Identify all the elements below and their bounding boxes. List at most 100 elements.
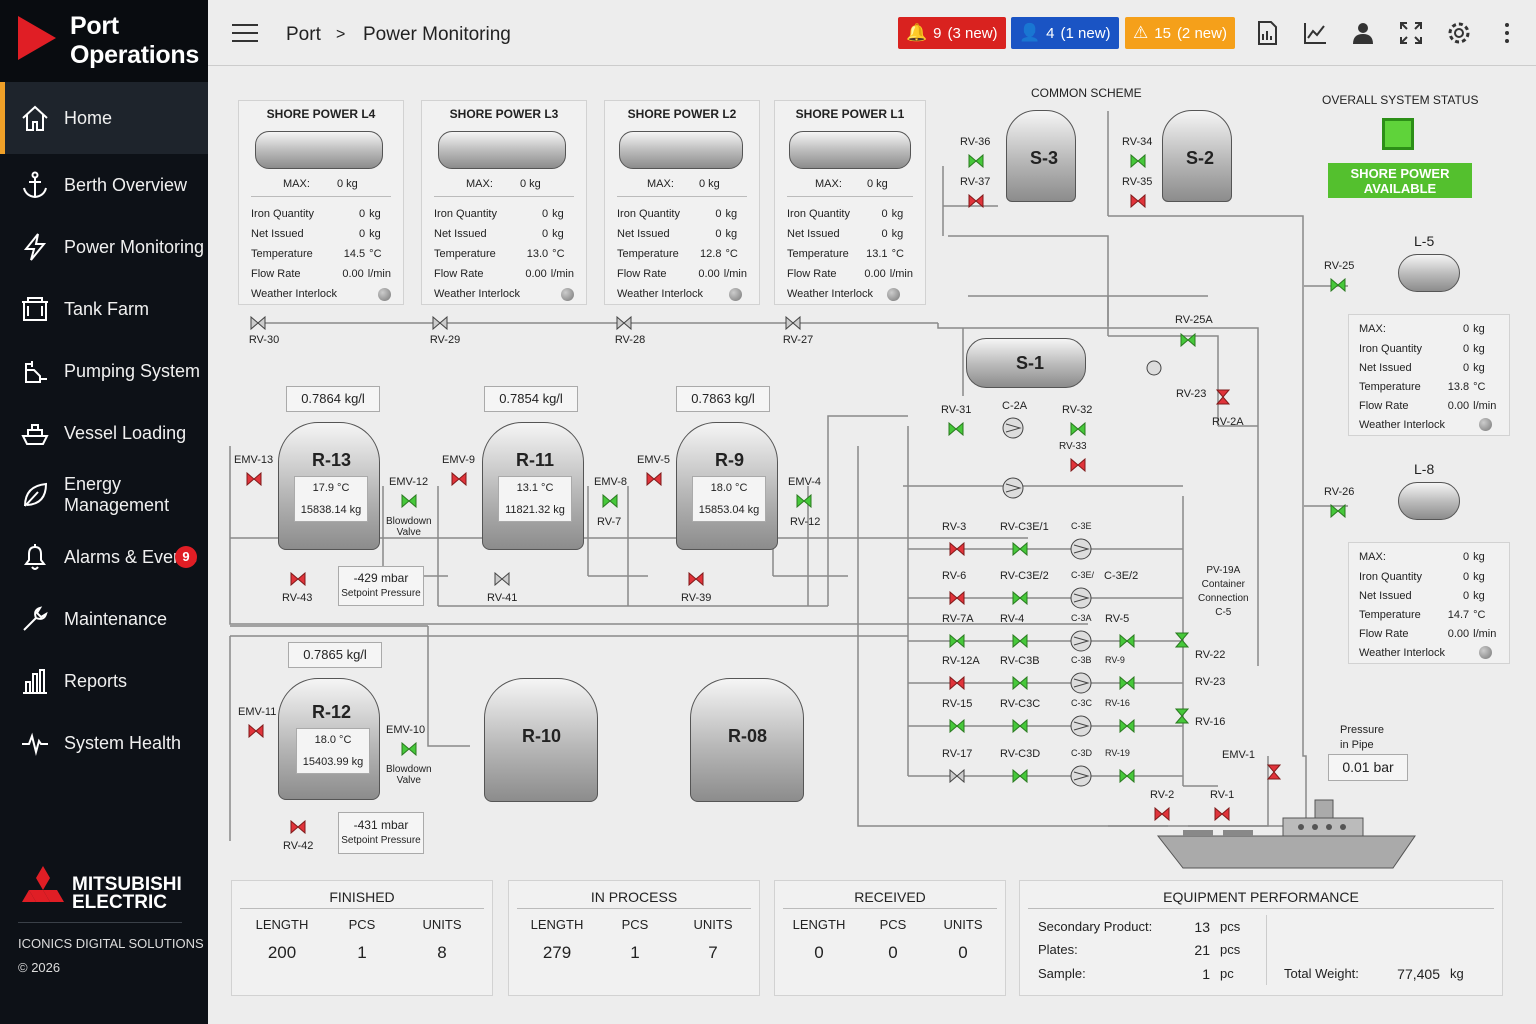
valve-label: RV-36 [960, 136, 991, 148]
valve-closed-icon[interactable] [968, 194, 984, 208]
user-profile-icon[interactable] [1350, 20, 1376, 46]
pump-icon[interactable] [1069, 671, 1093, 695]
valve-closed-icon[interactable] [1216, 389, 1230, 405]
sidebar-item-maintenance[interactable]: Maintenance [0, 588, 208, 650]
valve-open-icon[interactable] [1070, 422, 1086, 436]
valve-open-icon[interactable] [1130, 154, 1146, 168]
pump-icon[interactable] [1001, 476, 1025, 500]
valve-icon[interactable] [432, 315, 448, 331]
sidebar-item-power-monitoring[interactable]: Power Monitoring [0, 216, 208, 278]
valve-open-icon[interactable] [949, 634, 965, 648]
valve-open-icon[interactable] [1119, 676, 1135, 690]
sidebar-item-berth-overview[interactable]: Berth Overview [0, 154, 208, 216]
tank-l8[interactable] [1398, 482, 1460, 520]
valve-open-icon[interactable] [796, 494, 812, 508]
pump-icon[interactable] [1001, 416, 1025, 440]
valve-open-icon[interactable] [1012, 591, 1028, 605]
valve-open-icon[interactable] [401, 742, 417, 756]
valve-open-icon[interactable] [949, 719, 965, 733]
valve-label: RV-C3B [1000, 655, 1040, 667]
sidebar-item-vessel-loading[interactable]: Vessel Loading [0, 402, 208, 464]
alarm-notification-badge[interactable]: 🔔 9 (3 new) [898, 17, 1006, 49]
pump-icon[interactable] [1069, 629, 1093, 653]
valve-open-icon[interactable] [1119, 634, 1135, 648]
pump-icon[interactable] [1069, 714, 1093, 738]
warning-notification-badge[interactable]: ⚠ 15 (2 new) [1125, 17, 1235, 49]
hamburger-menu-icon[interactable] [232, 24, 258, 42]
pump-icon[interactable] [1069, 586, 1093, 610]
valve-closed-icon[interactable] [949, 542, 965, 556]
valve-icon[interactable] [949, 769, 965, 783]
sidebar-item-tank-farm[interactable]: Tank Farm [0, 278, 208, 340]
valve-icon[interactable] [250, 315, 266, 331]
sidebar-item-reports[interactable]: Reports [0, 650, 208, 712]
temp-value: 12.8 [700, 248, 722, 260]
unit: pcs [1220, 919, 1241, 934]
interlock-indicator [729, 287, 742, 301]
valve-open-icon[interactable] [602, 494, 618, 508]
total-weight-label: Total Weight: [1284, 966, 1359, 981]
valve-closed-icon[interactable] [1267, 764, 1281, 780]
pump-icon[interactable] [1069, 764, 1093, 788]
net-label: Net Issued [251, 228, 304, 240]
valve-open-icon[interactable] [948, 422, 964, 436]
tank-l5[interactable] [1398, 254, 1460, 292]
temp-reading: 18.0 °C [710, 482, 748, 494]
valve-open-icon[interactable] [1330, 278, 1346, 292]
valve-closed-icon[interactable] [451, 472, 467, 486]
valve-closed-icon[interactable] [949, 591, 965, 605]
valve-open-icon[interactable] [1012, 542, 1028, 556]
valve-icon[interactable] [785, 315, 801, 331]
valve-open-icon[interactable] [1012, 634, 1028, 648]
pump-icon [25, 361, 47, 383]
unit: °C [552, 248, 565, 260]
valve-open-icon[interactable] [1012, 769, 1028, 783]
report-icon[interactable] [1254, 20, 1280, 46]
column-header: LENGTH [255, 917, 309, 932]
alarm-count: 9 [933, 24, 942, 42]
valve-closed-icon[interactable] [290, 820, 306, 834]
tank-l5-title: L-5 [1414, 233, 1435, 249]
user-notification-badge[interactable]: 👤 4 (1 new) [1011, 17, 1119, 49]
breadcrumb-root[interactable]: Port [286, 24, 321, 46]
valve-open-icon[interactable] [1012, 719, 1028, 733]
valve-open-icon[interactable] [968, 154, 984, 168]
valve-open-icon[interactable] [1012, 676, 1028, 690]
pump-icon[interactable] [1069, 537, 1093, 561]
valve-closed-icon[interactable] [248, 724, 264, 738]
valve-open-icon[interactable] [1119, 769, 1135, 783]
fullscreen-icon[interactable] [1398, 20, 1424, 46]
shore-power-available-status[interactable]: SHORE POWER AVAILABLE [1328, 163, 1472, 198]
vessel-ship-icon[interactable] [1153, 796, 1418, 874]
valve-closed-icon[interactable] [290, 572, 306, 586]
units-value: 7 [708, 943, 718, 962]
valve-icon[interactable] [494, 572, 510, 586]
valve-open-icon[interactable] [1175, 632, 1189, 648]
check-valve-icon[interactable] [1144, 356, 1164, 380]
valve-closed-icon[interactable] [688, 572, 704, 586]
valve-open-icon[interactable] [1180, 333, 1196, 347]
valve-closed-icon[interactable] [1070, 458, 1086, 472]
valve-closed-icon[interactable] [1130, 194, 1146, 208]
sidebar-item-energy-management[interactable]: Energy Management [0, 464, 208, 526]
valve-closed-icon[interactable] [949, 676, 965, 690]
valve-closed-icon[interactable] [246, 472, 262, 486]
valve-open-icon[interactable] [1330, 504, 1346, 518]
sidebar-item-home[interactable]: Home [0, 82, 208, 154]
more-vertical-icon[interactable] [1494, 20, 1520, 46]
iron-value: 0 [715, 208, 722, 220]
trend-chart-icon[interactable] [1302, 20, 1328, 46]
unit: kg [725, 208, 738, 220]
valve-label: RV-23 [1176, 388, 1207, 400]
valve-open-icon[interactable] [1175, 708, 1189, 724]
sidebar-item-pumping-system[interactable]: Pumping System [0, 340, 208, 402]
unit: °C [369, 248, 382, 260]
valve-icon[interactable] [616, 315, 632, 331]
valve-open-icon[interactable] [401, 494, 417, 508]
valve-label: RV-32 [1062, 404, 1093, 416]
gear-icon[interactable] [1446, 20, 1472, 46]
valve-closed-icon[interactable] [646, 472, 662, 486]
valve-open-icon[interactable] [1119, 719, 1135, 733]
sidebar-item-alarms-events[interactable]: Alarms & Events 9 [0, 526, 208, 588]
sidebar-item-system-health[interactable]: System Health [0, 712, 208, 774]
